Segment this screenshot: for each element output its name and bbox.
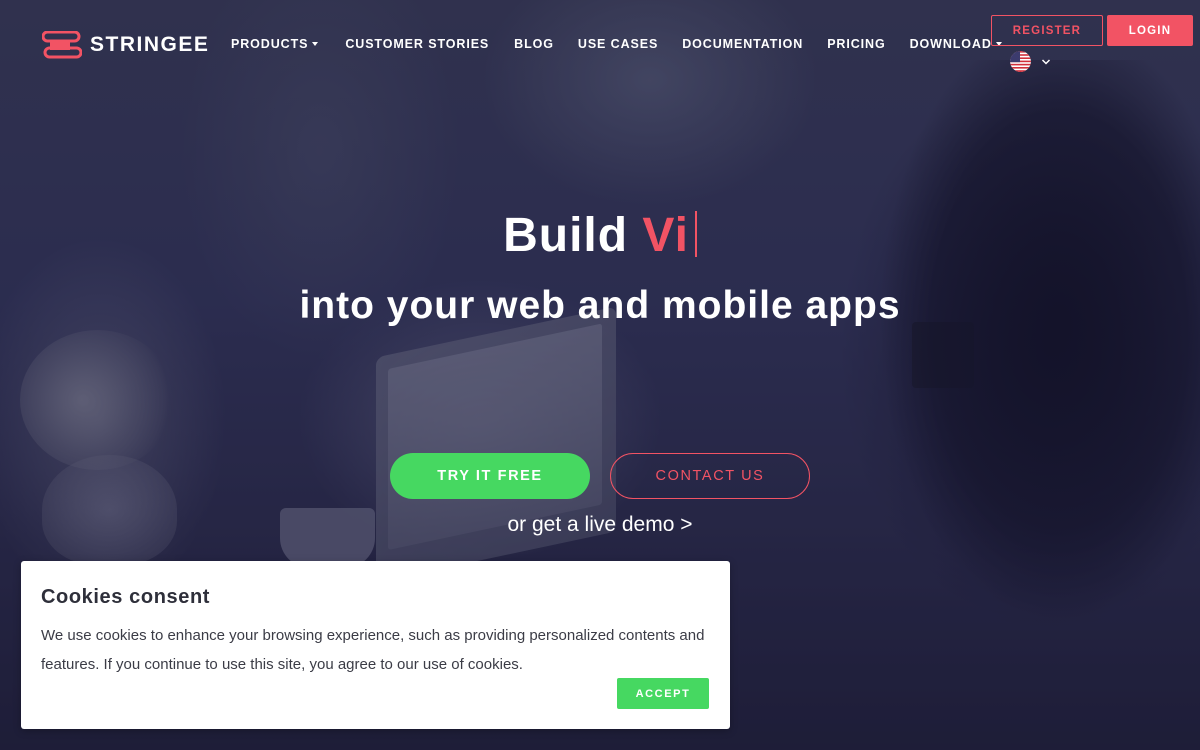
typing-cursor <box>694 211 697 257</box>
nav-label: PRODUCTS <box>231 37 309 51</box>
nav-label: PRICING <box>827 37 886 51</box>
nav-label: USE CASES <box>577 37 659 51</box>
nav-item-customer-stories[interactable]: CUSTOMER STORIES <box>345 37 489 51</box>
nav-label: DOCUMENTATION <box>682 37 804 51</box>
nav-item-pricing[interactable]: PRICING <box>827 37 885 51</box>
cookie-text: We use cookies to enhance your browsing … <box>41 627 705 673</box>
nav-label: CUSTOMER STORIES <box>345 37 490 51</box>
chevron-down-icon <box>1041 58 1051 65</box>
accept-button[interactable]: ACCEPT <box>617 678 709 709</box>
cookie-title: Cookies consent <box>41 586 211 608</box>
site-header: STRINGEE PRODUCTS CUSTOMER STORIES BLOG … <box>0 0 1200 90</box>
hero-subtitle: into your web and mobile apps <box>299 284 901 327</box>
nav-label: BLOG <box>514 37 554 51</box>
main-nav: PRODUCTS CUSTOMER STORIES BLOG USE CASES… <box>231 37 1002 51</box>
cookie-consent-panel: Cookies consent We use cookies to enhanc… <box>21 561 730 729</box>
nav-item-documentation[interactable]: DOCUMENTATION <box>682 37 803 51</box>
stringee-logo-icon <box>42 31 82 59</box>
contact-us-button[interactable]: CONTACT US <box>610 453 810 499</box>
nav-item-blog[interactable]: BLOG <box>514 37 554 51</box>
live-demo-link[interactable]: or get a live demo > <box>507 513 692 536</box>
logo-text: STRINGEE <box>90 33 210 56</box>
nav-item-use-cases[interactable]: USE CASES <box>578 37 658 51</box>
nav-label: DOWNLOAD <box>909 37 992 51</box>
login-button[interactable]: LOGIN <box>1107 15 1193 46</box>
hero-title-typed: Vi <box>642 209 689 262</box>
register-button[interactable]: REGISTER <box>991 15 1103 46</box>
language-selector[interactable] <box>1010 51 1051 72</box>
logo[interactable]: STRINGEE <box>42 31 209 59</box>
try-it-free-button[interactable]: TRY IT FREE <box>390 453 590 499</box>
live-demo-row: or get a live demo > <box>0 513 1200 537</box>
caret-down-icon <box>312 42 319 46</box>
us-flag-icon <box>1010 51 1031 72</box>
nav-item-download[interactable]: DOWNLOAD <box>910 37 1002 51</box>
hero-title: Build Vi <box>0 208 1200 263</box>
hero-title-prefix: Build <box>503 209 629 262</box>
nav-item-products[interactable]: PRODUCTS <box>231 37 319 51</box>
